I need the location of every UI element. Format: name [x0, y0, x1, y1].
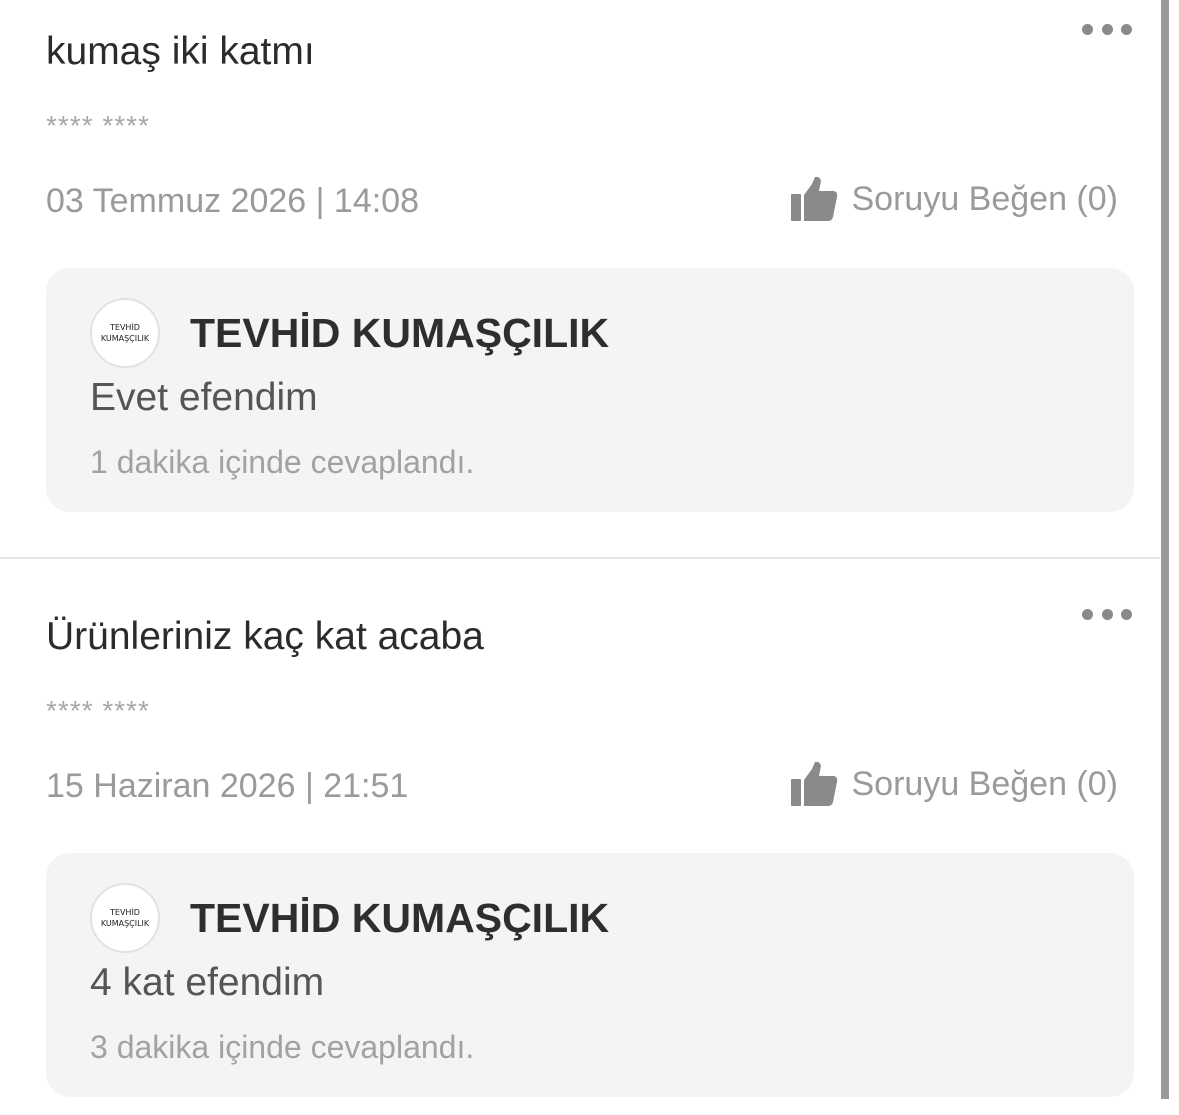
answer-card: TEVHİD KUMAŞÇILIK TEVHİD KUMAŞÇILIK Evet… [46, 268, 1134, 512]
avatar-text: KUMAŞÇILIK [100, 919, 150, 928]
like-question-label: Soruyu Beğen (0) [851, 764, 1119, 803]
more-dots-icon [1101, 608, 1113, 620]
more-dots-icon [1082, 23, 1093, 35]
question-date: 15 Haziran 2026 | 21:51 [46, 767, 409, 805]
thumbs-up-icon [790, 761, 837, 806]
scrollbar[interactable] [1161, 0, 1169, 1099]
more-dots-icon [1121, 23, 1132, 35]
seller-name[interactable]: TEVHİD KUMAŞÇILIK [190, 310, 609, 357]
question-text: Ürünleriniz kaç kat acaba [46, 615, 484, 658]
more-options-button[interactable] [1082, 14, 1132, 44]
more-dots-icon [1101, 23, 1113, 35]
answer-text: 4 kat efendim [90, 961, 325, 1004]
answer-time: 3 dakika içinde cevaplandı. [90, 1029, 475, 1065]
avatar-text: KUMAŞÇILIK [100, 334, 150, 343]
answer-time: 1 dakika içinde cevaplandı. [90, 444, 475, 480]
like-question-button[interactable]: Soruyu Beğen (0) [790, 761, 1119, 807]
question-text: kumaş iki katmı [46, 30, 315, 73]
question-item: kumaş iki katmı **** **** 03 Temmuz 2026… [0, 0, 1160, 530]
more-dots-icon [1082, 608, 1093, 620]
thumbs-up-icon [790, 176, 837, 221]
avatar-text: TEVHİD [110, 323, 140, 332]
seller-avatar[interactable]: TEVHİD KUMAŞÇILIK [90, 298, 160, 368]
answer-text: Evet efendim [90, 376, 318, 419]
more-dots-icon [1121, 608, 1132, 620]
avatar-text: TEVHİD [110, 908, 140, 917]
seller-name[interactable]: TEVHİD KUMAŞÇILIK [190, 895, 609, 942]
like-question-button[interactable]: Soruyu Beğen (0) [790, 176, 1119, 222]
like-question-label: Soruyu Beğen (0) [851, 179, 1119, 218]
question-date: 03 Temmuz 2026 | 14:08 [46, 182, 420, 220]
answer-card: TEVHİD KUMAŞÇILIK TEVHİD KUMAŞÇILIK 4 ka… [46, 853, 1134, 1097]
question-divider [0, 557, 1160, 559]
question-author: **** **** [46, 695, 150, 726]
question-item: Ürünleriniz kaç kat acaba **** **** 15 H… [0, 585, 1160, 1115]
seller-avatar[interactable]: TEVHİD KUMAŞÇILIK [90, 883, 160, 953]
question-author: **** **** [46, 110, 150, 141]
more-options-button[interactable] [1082, 599, 1132, 629]
